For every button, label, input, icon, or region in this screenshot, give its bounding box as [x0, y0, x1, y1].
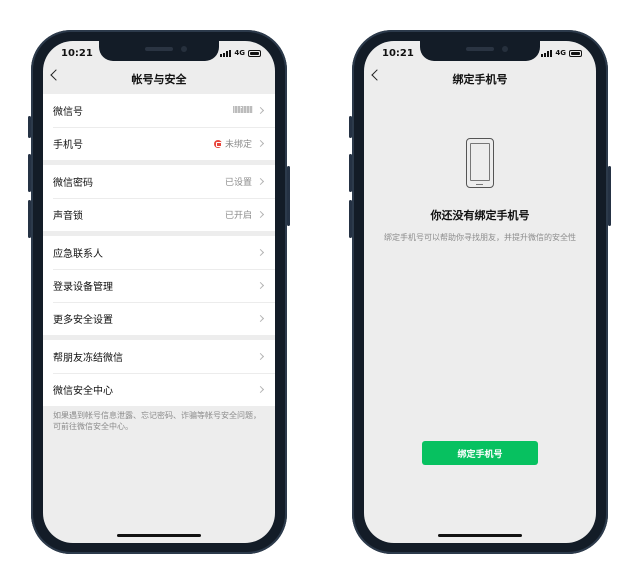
network-type: 4G — [555, 49, 566, 57]
row-value: 已开启 — [224, 211, 252, 221]
volume-down-button — [28, 200, 31, 238]
row-label: 应急联系人 — [53, 249, 103, 260]
nav-bar: 绑定手机号 — [364, 68, 596, 90]
mute-switch — [349, 116, 352, 138]
lock-warning-icon — [213, 139, 222, 148]
volume-down-button — [349, 200, 352, 238]
row-label: 更多安全设置 — [53, 315, 113, 326]
phone-frame-right: 10:21 4G 绑定手机号 你还没有绑定手机号 绑定手机号可以帮助你寻找朋友，… — [349, 30, 611, 554]
home-indicator — [438, 534, 522, 537]
row-login-devices[interactable]: 登录设备管理 — [43, 269, 275, 302]
chevron-right-icon — [256, 139, 265, 148]
home-indicator — [117, 534, 201, 537]
row-label: 微信号 — [53, 107, 83, 118]
settings-group-security: 微信密码 已设置 声音锁 已开启 — [43, 165, 275, 231]
mute-switch — [28, 116, 31, 138]
row-emergency-contacts[interactable]: 应急联系人 — [43, 236, 275, 269]
status-bar: 10:21 4G — [43, 41, 275, 65]
phone-frame-left: 10:21 4G 帐号与安全 微信号 lllllilllllll 手机号 未绑定… — [28, 30, 290, 554]
row-label: 声音锁 — [53, 211, 83, 222]
bind-phone-button[interactable]: 绑定手机号 — [422, 441, 538, 465]
security-footnote: 如果遇到帐号信息泄露、忘记密码、诈骗等帐号安全问题，可前往微信安全中心。 — [53, 411, 261, 431]
row-phone-number[interactable]: 手机号 未绑定 — [43, 127, 275, 160]
row-wechat-id[interactable]: 微信号 lllllilllllll — [43, 94, 275, 127]
nav-bar: 帐号与安全 — [43, 68, 275, 90]
row-wechat-password[interactable]: 微信密码 已设置 — [43, 165, 275, 198]
status-bar: 10:21 4G — [364, 41, 596, 65]
phone-status: 未绑定 — [213, 137, 252, 150]
status-time: 10:21 — [382, 48, 414, 59]
row-freeze-friend[interactable]: 帮朋友冻结微信 — [43, 340, 275, 373]
chevron-right-icon — [256, 210, 265, 219]
row-label: 登录设备管理 — [53, 282, 113, 293]
chevron-right-icon — [256, 177, 265, 186]
row-label: 微信密码 — [53, 178, 93, 189]
row-more-security[interactable]: 更多安全设置 — [43, 302, 275, 335]
chevron-right-icon — [256, 281, 265, 290]
chevron-right-icon — [256, 106, 265, 115]
settings-group-account: 微信号 lllllilllllll 手机号 未绑定 — [43, 94, 275, 160]
volume-up-button — [28, 154, 31, 192]
wechat-id-value: lllllilllllll — [232, 105, 252, 116]
smartphone-icon — [466, 138, 494, 188]
row-label: 帮朋友冻结微信 — [53, 353, 123, 364]
battery-icon — [248, 49, 261, 57]
chevron-right-icon — [256, 248, 265, 257]
network-type: 4G — [234, 49, 245, 57]
account-security-screen: 10:21 4G 帐号与安全 微信号 lllllilllllll 手机号 未绑定… — [43, 41, 275, 543]
power-button — [287, 166, 290, 226]
chevron-right-icon — [256, 385, 265, 394]
signal-icon — [541, 49, 553, 57]
volume-up-button — [349, 154, 352, 192]
status-time: 10:21 — [61, 48, 93, 59]
settings-group-help: 帮朋友冻结微信 微信安全中心 — [43, 340, 275, 406]
settings-group-devices: 应急联系人 登录设备管理 更多安全设置 — [43, 236, 275, 335]
battery-icon — [569, 49, 582, 57]
row-security-center[interactable]: 微信安全中心 — [43, 373, 275, 406]
row-label: 微信安全中心 — [53, 386, 113, 397]
power-button — [608, 166, 611, 226]
chevron-right-icon — [256, 352, 265, 361]
phone-status-text: 未绑定 — [224, 140, 252, 150]
row-voice-lock[interactable]: 声音锁 已开启 — [43, 198, 275, 231]
chevron-right-icon — [256, 314, 265, 323]
signal-icon — [220, 49, 232, 57]
page-title: 绑定手机号 — [452, 73, 508, 86]
empty-state-title: 你还没有绑定手机号 — [430, 209, 530, 222]
empty-state-description: 绑定手机号可以帮助你寻找朋友，并提升微信的安全性 — [384, 233, 576, 242]
row-label: 手机号 — [53, 140, 83, 151]
page-title: 帐号与安全 — [131, 73, 187, 86]
settings-list: 微信号 lllllilllllll 手机号 未绑定 微信密码 已设置 声音锁 已… — [43, 94, 275, 432]
bind-phone-screen: 10:21 4G 绑定手机号 你还没有绑定手机号 绑定手机号可以帮助你寻找朋友，… — [364, 41, 596, 543]
row-value: 已设置 — [224, 178, 252, 188]
